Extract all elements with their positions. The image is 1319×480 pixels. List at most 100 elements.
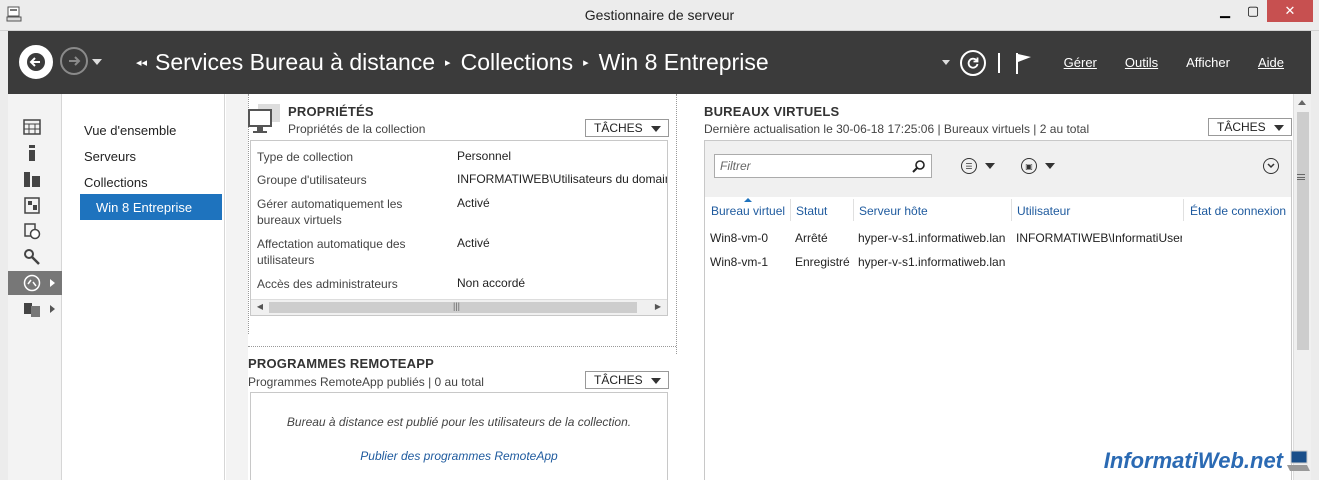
- notifications-flag-icon[interactable]: [1014, 51, 1034, 75]
- property-label: Gérer automatiquement les bureaux virtue…: [257, 197, 403, 227]
- column-header-virtual-desktop[interactable]: Bureau virtuel: [711, 204, 785, 218]
- scroll-up-icon[interactable]: [1298, 100, 1306, 105]
- column-separator[interactable]: [1011, 199, 1012, 221]
- cell-user: INFORMATIWEB\InformatiUser: [1016, 231, 1182, 245]
- search-icon[interactable]: [912, 159, 926, 173]
- list-icon: ☰: [961, 158, 977, 174]
- nav-panel: Vue d'ensemble Serveurs Collections Win …: [63, 94, 225, 480]
- dashboard-icon: [23, 119, 41, 135]
- property-value: Activé: [457, 196, 490, 210]
- main-vertical-scrollbar[interactable]: [1293, 94, 1311, 480]
- close-button[interactable]: ✕: [1267, 0, 1313, 22]
- virtual-desktops-subtitle: Dernière actualisation le 30-06-18 17:25…: [704, 122, 1090, 136]
- cell-status: Arrêté: [795, 231, 828, 245]
- column-header-host-server[interactable]: Serveur hôte: [859, 204, 928, 218]
- scrollbar-grip-icon: [1297, 174, 1305, 180]
- chevron-down-icon: [985, 163, 995, 169]
- property-label: Affectation automatique des utilisateurs: [257, 237, 406, 267]
- list-options-button[interactable]: ☰: [961, 155, 1001, 177]
- properties-title: PROPRIÉTÉS: [288, 104, 374, 119]
- header-bar: ◂◂ Services Bureau à distance ▸ Collecti…: [8, 31, 1311, 94]
- file-services-item[interactable]: [8, 193, 62, 217]
- properties-horizontal-scrollbar[interactable]: ◀ ||| ▶: [251, 299, 667, 315]
- property-label: Accès des administrateurs: [257, 277, 398, 291]
- chevron-down-icon: [651, 126, 661, 132]
- save-query-button[interactable]: ▣: [1021, 155, 1061, 177]
- column-separator[interactable]: [853, 199, 854, 221]
- tools-wrench-icon: [24, 249, 40, 265]
- remoteapp-panel: Bureau à distance est publié pour les ut…: [250, 392, 668, 480]
- column-header-connection-state[interactable]: État de connexion: [1190, 204, 1286, 218]
- forward-button[interactable]: [60, 47, 88, 75]
- section-divider: [248, 346, 676, 347]
- menu-view[interactable]: Afficher: [1186, 55, 1230, 70]
- tasks-label: TÂCHES: [594, 121, 643, 135]
- virtual-desktops-panel: Filtrer ☰ ▣ Bureau virtuel Statut Serveu…: [704, 140, 1292, 480]
- remoteapp-tasks-button[interactable]: TÂCHES: [585, 371, 669, 389]
- filter-placeholder: Filtrer: [720, 159, 751, 173]
- maximize-button[interactable]: ▢: [1239, 0, 1267, 22]
- property-label: Groupe d'utilisateurs: [257, 173, 367, 187]
- local-server-icon: [29, 145, 35, 161]
- storage-icon: [24, 303, 40, 317]
- back-button[interactable]: [19, 45, 53, 79]
- breadcrumb-item-current: Win 8 Entreprise: [598, 49, 769, 75]
- minimize-button[interactable]: ▁: [1211, 0, 1239, 22]
- watermark-text: InformatiWeb.net: [1103, 448, 1283, 473]
- expand-toolbar-button[interactable]: [1263, 158, 1279, 174]
- header-divider: [997, 52, 1000, 73]
- window-title: Gestionnaire de serveur: [584, 7, 735, 23]
- title-bar: Gestionnaire de serveur ▁ ▢ ✕: [0, 0, 1319, 31]
- remote-desktop-icon: [23, 274, 41, 292]
- properties-tasks-button[interactable]: TÂCHES: [585, 119, 669, 137]
- column-separator[interactable]: [1183, 199, 1184, 221]
- scroll-left-icon[interactable]: ◀: [253, 302, 267, 314]
- breadcrumb-separator-icon: ▸: [583, 57, 589, 69]
- property-value: Personnel: [457, 149, 512, 163]
- all-servers-item[interactable]: [8, 167, 62, 191]
- cell-virtual-desktop: Win8-vm-1: [710, 255, 769, 269]
- arrow-right-icon: [69, 56, 81, 66]
- virtual-desktops-toolbar: Filtrer ☰ ▣: [705, 141, 1291, 197]
- window-frame-left: [0, 31, 8, 480]
- nav-item-collections[interactable]: Collections: [84, 175, 148, 190]
- refresh-button[interactable]: [959, 49, 986, 76]
- breadcrumb-item[interactable]: Collections: [461, 49, 574, 76]
- menu-help[interactable]: Aide: [1258, 55, 1284, 70]
- filter-input[interactable]: Filtrer: [714, 154, 932, 178]
- iis-item[interactable]: [8, 245, 62, 269]
- refresh-icon: [967, 57, 979, 69]
- save-icon: ▣: [1021, 158, 1037, 174]
- breadcrumb-separator-icon: ▸: [445, 57, 451, 69]
- sort-ascending-icon: [744, 198, 752, 202]
- nav-item-servers[interactable]: Serveurs: [84, 149, 136, 164]
- publish-remoteapp-link[interactable]: Publier des programmes RemoteApp: [251, 449, 667, 463]
- history-dropdown-icon[interactable]: [92, 59, 102, 65]
- storage-services-item[interactable]: [8, 297, 62, 321]
- local-server-item[interactable]: [8, 141, 62, 165]
- section-divider: [676, 94, 677, 354]
- hyper-v-item[interactable]: [8, 219, 62, 243]
- nav-item-win8-entreprise[interactable]: Win 8 Entreprise: [80, 194, 222, 220]
- arrow-left-icon: [27, 53, 45, 71]
- remoteapp-title: PROGRAMMES REMOTEAPP: [248, 356, 435, 371]
- scrollbar-thumb[interactable]: [1297, 112, 1309, 350]
- menu-tools[interactable]: Outils: [1125, 55, 1158, 70]
- window-frame-right: [1311, 31, 1319, 480]
- property-label: Type de collection: [257, 150, 354, 164]
- hyper-v-icon: [24, 223, 41, 240]
- menu-manage[interactable]: Gérer: [1064, 55, 1097, 70]
- breadcrumb-item[interactable]: Services Bureau à distance: [155, 49, 435, 76]
- column-header-user[interactable]: Utilisateur: [1017, 204, 1070, 218]
- nav-item-overview[interactable]: Vue d'ensemble: [84, 123, 176, 138]
- dashboard-item[interactable]: [8, 115, 62, 139]
- scroll-right-icon[interactable]: ▶: [651, 302, 665, 314]
- remoteapp-message: Bureau à distance est publié pour les ut…: [286, 415, 632, 429]
- breadcrumb-overflow-icon[interactable]: ◂◂: [136, 56, 147, 69]
- virtual-desktops-tasks-button[interactable]: TÂCHES: [1208, 118, 1292, 136]
- column-header-status[interactable]: Statut: [796, 204, 827, 218]
- column-separator[interactable]: [790, 199, 791, 221]
- remote-desktop-services-item[interactable]: [8, 271, 62, 295]
- property-value: Activé: [457, 236, 490, 250]
- breadcrumb-dropdown-icon[interactable]: [941, 60, 950, 65]
